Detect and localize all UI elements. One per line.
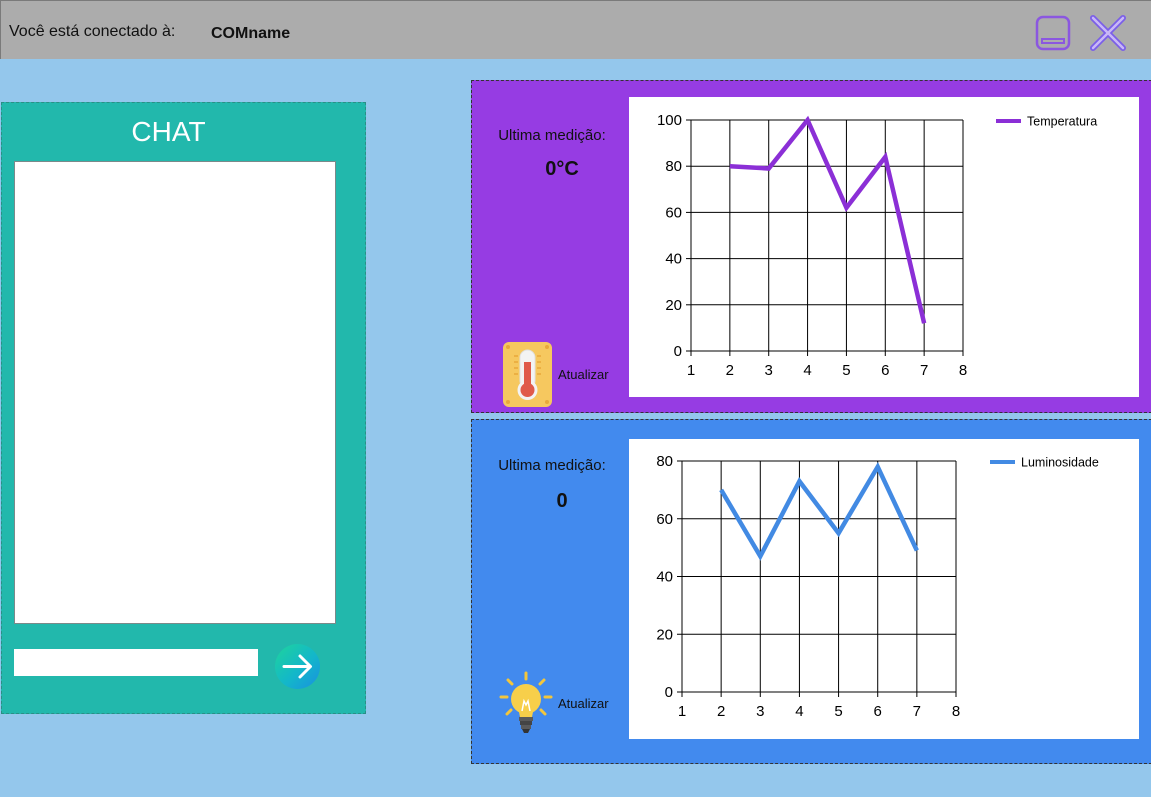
luminosity-chart-series-line [719,461,919,561]
temperature-refresh-button[interactable]: Atualizar [558,367,609,382]
temperature-chart-x-tick-label: 2 [726,362,734,379]
port-name: COMname [211,25,291,42]
chat-message-input[interactable] [14,649,258,676]
temperature-chart-x-tick-label: 4 [803,362,811,379]
luminosity-chart-x-tick-label: 5 [834,703,842,720]
send-button[interactable] [275,644,320,689]
luminosity-chart-x-tick-label: 2 [717,703,725,720]
luminosity-panel: Ultima medição: 0 Atualizar 1 2 3 4 5 6 7 8 0 20 4… [471,419,1151,764]
temperature-chart-x-tick-label: 3 [765,362,773,379]
temperature-chart-x-tick-label: 8 [959,362,967,379]
luminosity-chart-y-tick-label: 60 [656,511,673,528]
chat-panel: CHAT [1,102,366,714]
luminosity-chart-legend-label: Luminosidade [1021,456,1099,470]
luminosity-chart-y-tick-label: 40 [656,569,673,586]
minimize-icon[interactable] [1034,14,1072,52]
temperature-value: 0°C [545,158,579,180]
luminosity-chart-y-tick-label: 20 [656,626,673,643]
temperature-chart-x-tick-label: 5 [842,362,850,379]
temperature-chart-x-tick-label: 6 [881,362,889,379]
lightbulb-icon[interactable] [498,671,554,742]
luminosity-value: 0 [556,490,568,512]
luminosity-chart-x-tick-label: 6 [874,703,882,720]
temperature-chart-series-line [729,115,927,324]
luminosity-chart-x-tick-label: 4 [795,703,803,720]
temperature-chart-x-tick-label: 1 [687,362,695,379]
temperature-chart-x-tick-label: 7 [920,362,928,379]
close-icon[interactable] [1089,14,1127,52]
luminosity-last-label: Ultima medição: [498,457,606,474]
temperature-panel: Ultima medição: 0°C Atualizar 1234567802… [471,80,1151,413]
chat-messages-box[interactable] [14,161,336,624]
temperature-last-label: Ultima medição: [498,127,606,144]
temperature-chart-y-tick-label: 80 [665,158,682,175]
luminosity-chart-x-tick-label: 1 [678,703,686,720]
temperature-chart-y-tick-label: 100 [657,112,682,129]
temperature-chart-y-tick-label: 20 [665,297,682,314]
luminosity-chart-x-tick-label: 3 [756,703,764,720]
thermometer-icon[interactable] [503,342,552,412]
temperature-chart: 1 2 3 4 5 6 7 8 0 20 40 60 80 100 Temperatura [629,97,1139,397]
temperature-chart-legend-label: Temperatura [1027,115,1097,129]
luminosity-chart-x-tick-label: 8 [952,703,960,720]
luminosity-chart-y-tick-label: 80 [656,453,673,470]
title-bar: Você está conectado à: COMname [0,0,1151,59]
luminosity-chart: 1 2 3 4 5 6 7 8 0 20 40 60 80 Luminosidade [629,439,1139,739]
chat-title: CHAT [131,116,206,147]
luminosity-refresh-button[interactable]: Atualizar [558,696,609,711]
luminosity-chart-x-tick-label: 7 [913,703,921,720]
arrow-right-icon [282,654,312,679]
temperature-chart-y-tick-label: 60 [665,204,682,221]
temperature-chart-y-tick-label: 40 [665,251,682,268]
luminosity-chart-y-tick-label: 0 [665,684,673,701]
connection-label: Você está conectado à: [9,23,176,40]
temperature-chart-y-tick-label: 0 [674,343,682,360]
